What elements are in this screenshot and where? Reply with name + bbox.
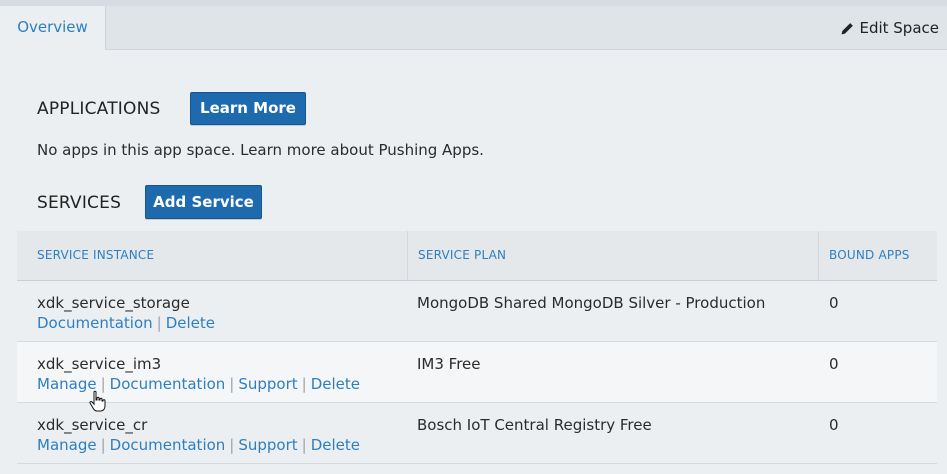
table-row: xdk_service_im3 Manage | Documentation | Sup…	[17, 342, 937, 403]
support-link[interactable]: Support	[238, 436, 297, 454]
link-separator: |	[156, 314, 162, 332]
link-separator: |	[229, 375, 235, 393]
delete-link[interactable]: Delete	[311, 375, 360, 393]
documentation-link[interactable]: Documentation	[110, 436, 226, 454]
services-table-header: SERVICE INSTANCE SERVICE PLAN BOUND APPS	[17, 231, 937, 281]
table-row: xdk_service_cr Manage | Documentation | Supp…	[17, 403, 937, 464]
bound-apps-count: 0	[829, 294, 839, 312]
pencil-icon	[841, 22, 854, 35]
applications-heading: APPLICATIONS	[37, 99, 161, 119]
service-instance-name: xdk_service_storage	[37, 294, 190, 312]
service-instance-name: xdk_service_im3	[37, 355, 162, 373]
link-separator: |	[301, 436, 307, 454]
no-apps-message: No apps in this app space. Learn more ab…	[37, 141, 484, 159]
service-plan: MongoDB Shared MongoDB Silver - Producti…	[417, 294, 766, 312]
column-header-bound-apps[interactable]: BOUND APPS	[829, 231, 910, 280]
service-plan: Bosch IoT Central Registry Free	[417, 416, 652, 434]
documentation-link[interactable]: Documentation	[110, 375, 226, 393]
service-links: Manage | Documentation | Support | Delete	[37, 436, 360, 454]
edit-space-label: Edit Space	[859, 19, 939, 37]
bound-apps-count: 0	[829, 416, 839, 434]
column-header-service-plan[interactable]: SERVICE PLAN	[418, 231, 506, 280]
table-row: xdk_service_storage Documentation | Delete…	[17, 281, 937, 342]
bound-apps-count: 0	[829, 355, 839, 373]
add-service-button[interactable]: Add Service	[145, 185, 262, 219]
documentation-link[interactable]: Documentation	[37, 314, 153, 332]
link-separator: |	[301, 375, 307, 393]
column-header-service-instance[interactable]: SERVICE INSTANCE	[37, 231, 154, 280]
column-divider	[407, 231, 408, 280]
delete-link[interactable]: Delete	[166, 314, 215, 332]
hand-cursor-icon	[88, 390, 108, 418]
tab-overview[interactable]: Overview	[0, 6, 106, 50]
link-separator: |	[100, 436, 106, 454]
service-links: Documentation | Delete	[37, 314, 215, 332]
services-heading: SERVICES	[37, 193, 122, 213]
delete-link[interactable]: Delete	[311, 436, 360, 454]
column-divider	[818, 231, 819, 280]
tab-bar	[0, 6, 947, 50]
link-separator: |	[229, 436, 235, 454]
manage-link[interactable]: Manage	[37, 436, 97, 454]
edit-space-button[interactable]: Edit Space	[841, 6, 939, 50]
service-links: Manage | Documentation | Support | Delete	[37, 375, 360, 393]
service-instance-name: xdk_service_cr	[37, 416, 148, 434]
learn-more-button[interactable]: Learn More	[190, 92, 306, 125]
service-plan: IM3 Free	[417, 355, 481, 373]
support-link[interactable]: Support	[238, 375, 297, 393]
